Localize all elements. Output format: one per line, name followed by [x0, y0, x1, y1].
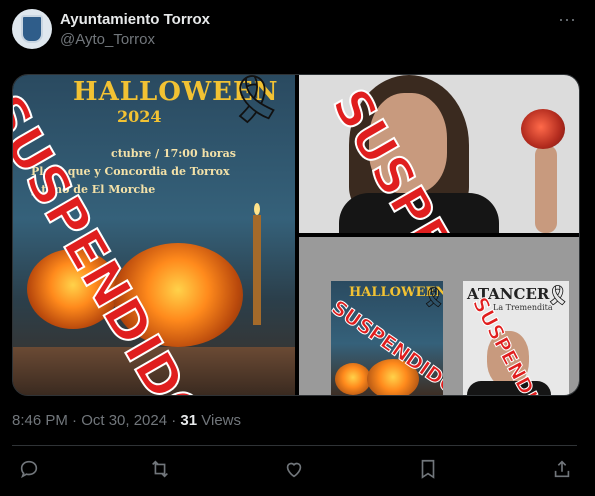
person-photo-image[interactable]: SUSPENDIDO — [299, 75, 579, 233]
tweet-header: Ayuntamiento Torrox @Ayto_Torrox ··· — [12, 9, 585, 53]
views-count: 31 — [180, 412, 198, 429]
retweet-icon[interactable] — [149, 458, 173, 482]
mourning-ribbon-icon: 🎗 — [220, 75, 288, 129]
candle — [253, 215, 261, 325]
reply-icon[interactable] — [18, 458, 42, 482]
crest-icon — [21, 15, 43, 43]
bookmark-icon[interactable] — [417, 458, 441, 482]
mini-poster-subtitle: La Tremendita — [493, 303, 553, 312]
timestamp[interactable]: 8:46 PM · Oct 30, 2024 · — [12, 412, 180, 429]
poster-year: 2024 — [117, 107, 162, 126]
pumpkin — [335, 363, 371, 395]
mourning-ribbon-icon: 🎗 — [421, 285, 443, 310]
arm — [535, 145, 557, 233]
collage-image[interactable]: HALLOWEEN 🎗 SUSPENDIDO ATANCER La Tremen… — [299, 237, 579, 395]
more-dots-icon[interactable]: ··· — [555, 9, 579, 33]
poster-halloween-image[interactable]: HALLOWEEN 2024 ctubre / 17:00 horas Plaz… — [13, 75, 295, 395]
candle-flame — [254, 203, 260, 215]
divider — [12, 445, 577, 446]
media-grid: HALLOWEEN 2024 ctubre / 17:00 horas Plaz… — [12, 74, 580, 396]
pomegranate — [521, 109, 565, 149]
action-bar — [12, 458, 577, 482]
mini-concert-poster: ATANCER La Tremendita 🎗 SUSPENDIDO — [463, 281, 569, 395]
like-icon[interactable] — [283, 458, 307, 482]
tweet-meta: 8:46 PM · Oct 30, 2024 · 31 Views — [12, 412, 241, 429]
poster-line: ctubre / 17:00 horas — [111, 147, 236, 160]
mourning-ribbon-icon: 🎗 — [545, 285, 569, 307]
account-handle[interactable]: @Ayto_Torrox — [60, 31, 155, 48]
share-icon[interactable] — [551, 458, 575, 482]
avatar[interactable] — [12, 9, 52, 49]
mini-halloween-poster: HALLOWEEN 🎗 SUSPENDIDO — [331, 281, 443, 395]
account-name[interactable]: Ayuntamiento Torrox — [60, 11, 210, 28]
views-label: Views — [197, 412, 242, 429]
